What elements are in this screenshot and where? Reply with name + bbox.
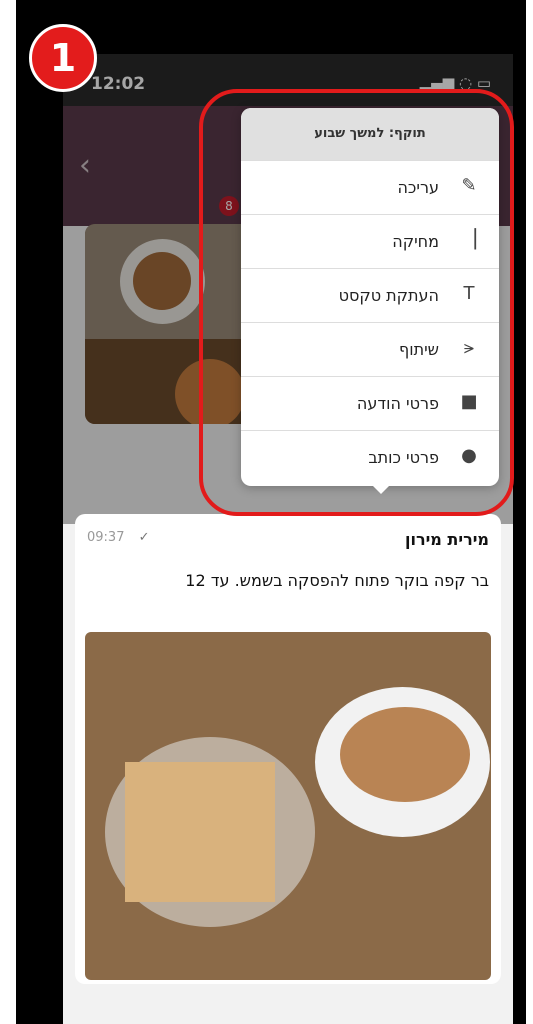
sent-check-icon: ✓ — [138, 530, 150, 545]
message-meta: 09:37 ✓ — [87, 530, 150, 545]
selected-message[interactable]: מירית מירון 09:37 ✓ בר קפה בוקר פתוח להפ… — [75, 514, 501, 984]
latte-shape — [340, 707, 470, 802]
message-time: 09:37 — [87, 530, 125, 545]
message-photo[interactable] — [85, 632, 491, 980]
home-indicator — [205, 1008, 371, 1013]
biscotti-shape — [125, 762, 275, 902]
step-number-marker: 1 — [29, 24, 97, 92]
highlight-outline — [199, 89, 514, 516]
message-sender: מירית מירון — [404, 530, 489, 549]
message-text: בר קפה בוקר פתוח להפסקה בשמש. עד 12 — [185, 571, 489, 590]
